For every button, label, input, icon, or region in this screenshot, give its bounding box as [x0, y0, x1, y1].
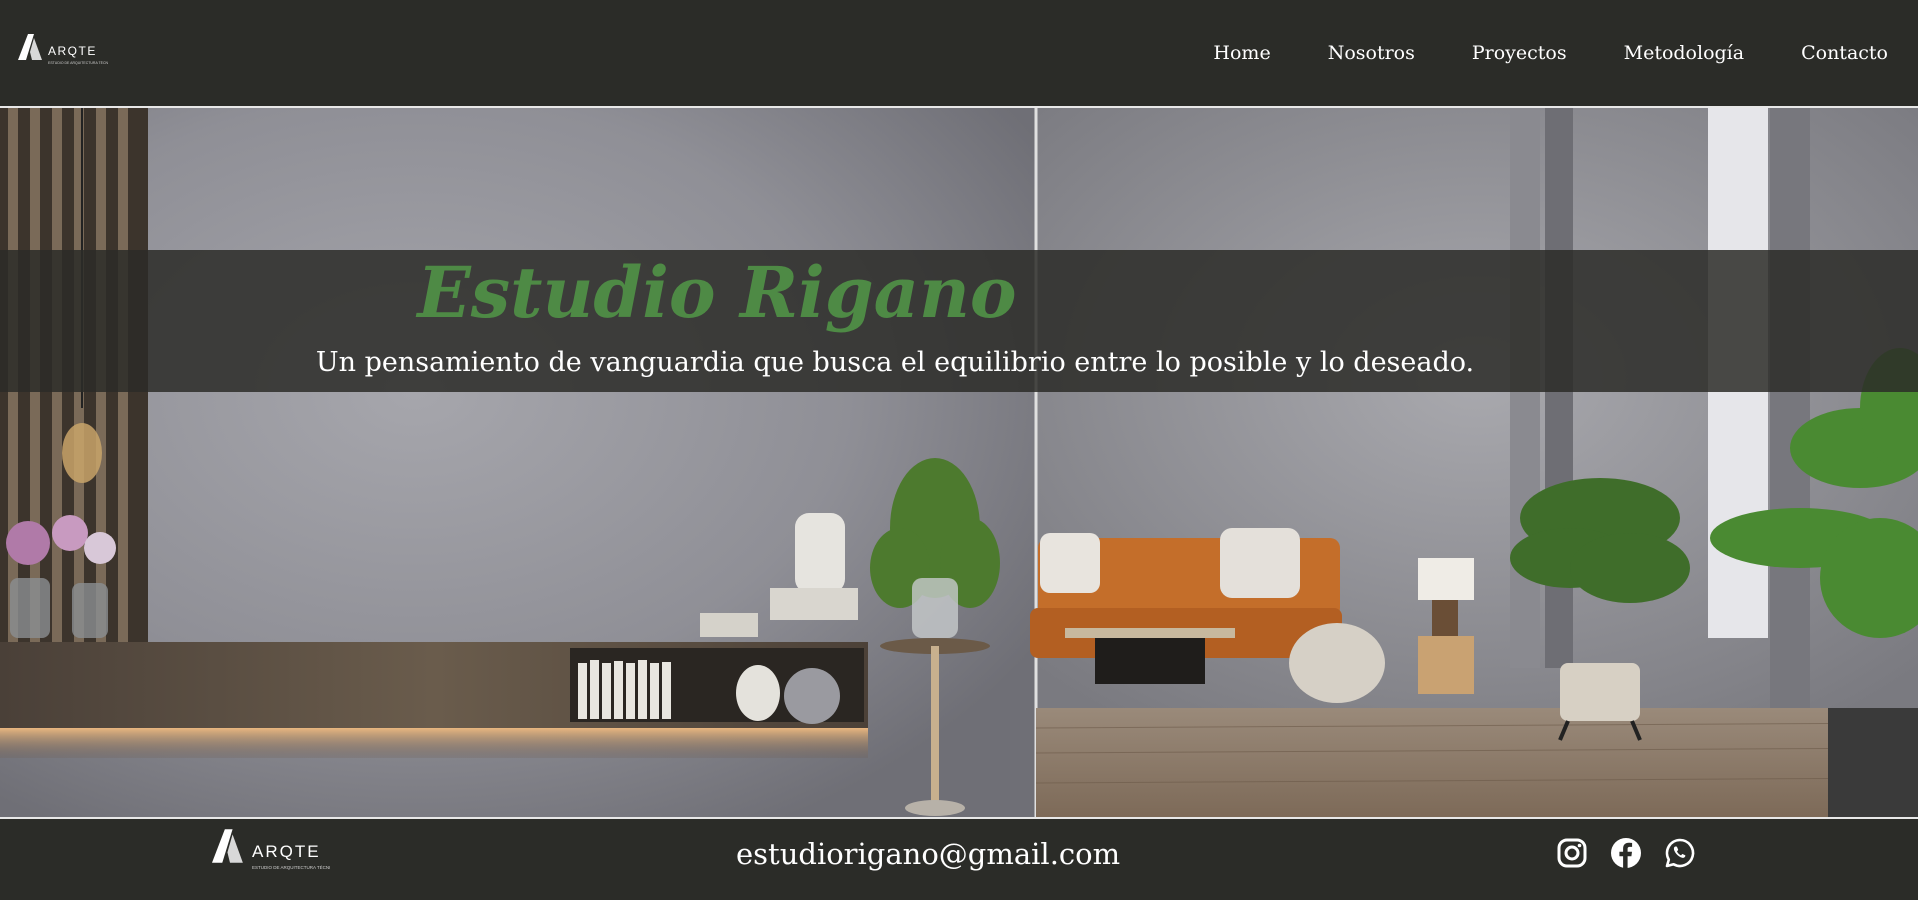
- logo-wordmark: ARQTE: [48, 44, 97, 58]
- arqte-logo-icon: [18, 34, 42, 60]
- main-nav: Home Nosotros Proyectos Metodología Cont…: [1156, 0, 1888, 106]
- site-footer: ARQTE ESTUDIO DE ARQUITECTURA TÉCNICA es…: [0, 817, 1918, 900]
- nav-nosotros[interactable]: Nosotros: [1328, 42, 1415, 64]
- hero-title: Estudio Rigano: [0, 250, 1915, 336]
- arqte-logo-icon: [212, 829, 243, 863]
- hero-tagline: Un pensamiento de vanguardia que busca e…: [0, 346, 1918, 380]
- header-logo[interactable]: ARQTE ESTUDIO DE ARQUITECTURA TÉCNICA: [18, 34, 108, 70]
- nav-proyectos[interactable]: Proyectos: [1472, 42, 1567, 64]
- footer-logo[interactable]: ARQTE ESTUDIO DE ARQUITECTURA TÉCNICA: [212, 828, 330, 878]
- hero-banner: Estudio Rigano Un pensamiento de vanguar…: [0, 250, 1918, 392]
- nav-home[interactable]: Home: [1213, 42, 1270, 64]
- nav-contacto[interactable]: Contacto: [1801, 42, 1888, 64]
- instagram-icon[interactable]: [1556, 837, 1588, 869]
- hero-section: Estudio Rigano Un pensamiento de vanguar…: [0, 108, 1918, 817]
- whatsapp-icon[interactable]: [1664, 837, 1696, 869]
- site-header: ARQTE ESTUDIO DE ARQUITECTURA TÉCNICA Ho…: [0, 0, 1918, 108]
- logo-wordmark: ARQTE: [252, 842, 321, 861]
- logo-tagline: ESTUDIO DE ARQUITECTURA TÉCNICA: [252, 865, 330, 870]
- hero-title-text: Estudio Rigano: [417, 251, 1017, 334]
- social-links: [1556, 837, 1718, 869]
- hero-tagline-text: Un pensamiento de vanguardia que busca e…: [315, 347, 1475, 378]
- logo-tagline: ESTUDIO DE ARQUITECTURA TÉCNICA: [48, 61, 108, 65]
- contact-email-link[interactable]: estudiorigano@gmail.com: [736, 837, 1120, 871]
- facebook-icon[interactable]: [1610, 837, 1642, 869]
- living-room-interior-photo: [0, 108, 1918, 817]
- nav-metodologia[interactable]: Metodología: [1624, 42, 1744, 64]
